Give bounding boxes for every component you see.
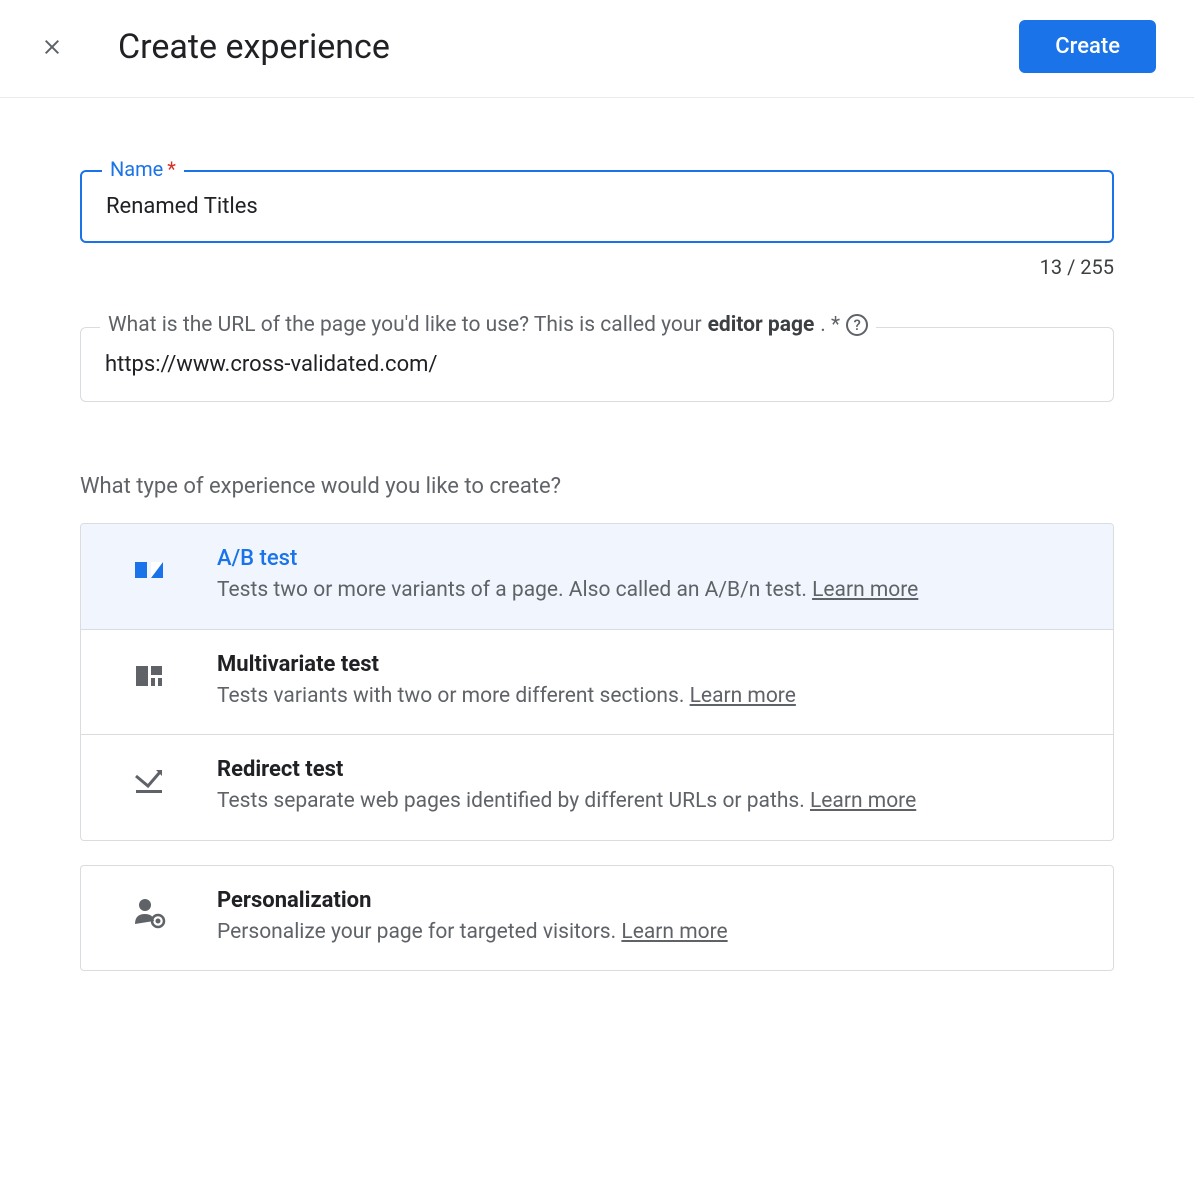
url-input[interactable]: https://www.cross-validated.com/ (105, 352, 1089, 377)
name-label: Name * (102, 157, 184, 181)
personalization-icon (131, 894, 167, 930)
option-title: Redirect test (217, 757, 1077, 782)
learn-more-link[interactable]: Learn more (621, 920, 727, 944)
name-input[interactable] (106, 194, 1088, 219)
option-ab-test[interactable]: A/B test Tests two or more variants of a… (81, 524, 1113, 630)
option-title: Personalization (217, 888, 1077, 913)
url-label-bold: editor page (708, 313, 815, 337)
url-field: What is the URL of the page you'd like t… (80, 327, 1114, 402)
url-label: What is the URL of the page you'd like t… (100, 313, 876, 337)
page-title: Create experience (118, 27, 1019, 67)
option-desc: Personalize your page for targeted visit… (217, 917, 1077, 949)
experience-type-question: What type of experience would you like t… (80, 474, 1114, 499)
learn-more-link[interactable]: Learn more (690, 684, 796, 708)
help-icon[interactable]: ? (846, 314, 868, 336)
create-button[interactable]: Create (1019, 20, 1156, 73)
option-multivariate[interactable]: Multivariate test Tests variants with tw… (81, 630, 1113, 736)
close-button[interactable] (38, 33, 66, 61)
experience-type-group-1: A/B test Tests two or more variants of a… (80, 523, 1114, 841)
option-desc: Tests separate web pages identified by d… (217, 786, 1077, 818)
option-redirect[interactable]: Redirect test Tests separate web pages i… (81, 735, 1113, 840)
experience-type-group-2: Personalization Personalize your page fo… (80, 865, 1114, 972)
name-label-text: Name (110, 157, 163, 181)
learn-more-link[interactable]: Learn more (810, 789, 916, 813)
learn-more-link[interactable]: Learn more (812, 578, 918, 602)
dialog-header: Create experience Create (0, 0, 1194, 98)
close-icon (40, 35, 64, 59)
ab-test-icon (131, 552, 167, 588)
option-title: Multivariate test (217, 652, 1077, 677)
option-personalization[interactable]: Personalization Personalize your page fo… (81, 866, 1113, 971)
name-char-counter: 13 / 255 (80, 255, 1114, 279)
multivariate-icon (131, 658, 167, 694)
url-label-pre: What is the URL of the page you'd like t… (108, 313, 702, 337)
url-label-post: . * (820, 313, 840, 337)
option-desc: Tests two or more variants of a page. Al… (217, 575, 1077, 607)
required-marker: * (167, 157, 176, 181)
redirect-icon (131, 763, 167, 799)
name-field: Name * (80, 170, 1114, 243)
dialog-content: Name * 13 / 255 What is the URL of the p… (0, 98, 1194, 1011)
option-desc: Tests variants with two or more differen… (217, 681, 1077, 713)
option-title: A/B test (217, 546, 1077, 571)
